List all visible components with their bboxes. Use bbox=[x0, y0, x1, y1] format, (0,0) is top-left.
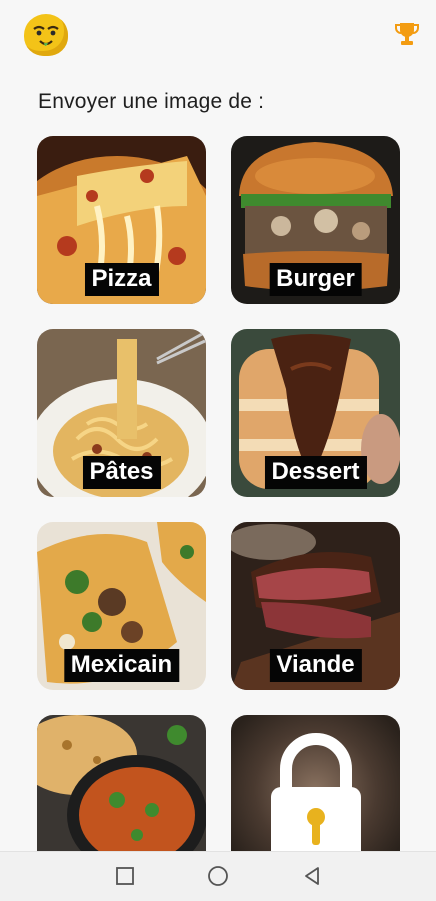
category-label: Burger bbox=[269, 263, 362, 296]
category-card-locked[interactable] bbox=[231, 715, 400, 856]
system-nav-bar bbox=[0, 851, 436, 901]
curry-image bbox=[37, 715, 206, 856]
trophy-icon[interactable] bbox=[393, 20, 421, 48]
category-label: Dessert bbox=[264, 456, 367, 489]
category-card-pizza[interactable]: Pizza bbox=[37, 136, 206, 304]
category-card-viande[interactable]: Viande bbox=[231, 522, 400, 690]
top-bar bbox=[0, 0, 436, 80]
category-label: Pizza bbox=[84, 263, 159, 296]
category-card-dessert[interactable]: Dessert bbox=[231, 329, 400, 497]
back-icon[interactable] bbox=[300, 864, 324, 888]
category-grid: Pizza Burger Pâtes Dessert Mexicain Vian… bbox=[37, 136, 401, 856]
recent-apps-icon[interactable] bbox=[113, 864, 137, 888]
category-card-pates[interactable]: Pâtes bbox=[37, 329, 206, 497]
category-label: Mexicain bbox=[63, 649, 180, 682]
category-card-mexicain[interactable]: Mexicain bbox=[37, 522, 206, 690]
category-card-burger[interactable]: Burger bbox=[231, 136, 400, 304]
page-title: Envoyer une image de : bbox=[38, 90, 265, 113]
lock-icon bbox=[271, 733, 361, 856]
category-card-curry[interactable] bbox=[37, 715, 206, 856]
home-icon[interactable] bbox=[206, 864, 230, 888]
emoji-face-icon[interactable] bbox=[24, 14, 68, 56]
category-label: Pâtes bbox=[82, 456, 161, 489]
category-label: Viande bbox=[269, 649, 362, 682]
